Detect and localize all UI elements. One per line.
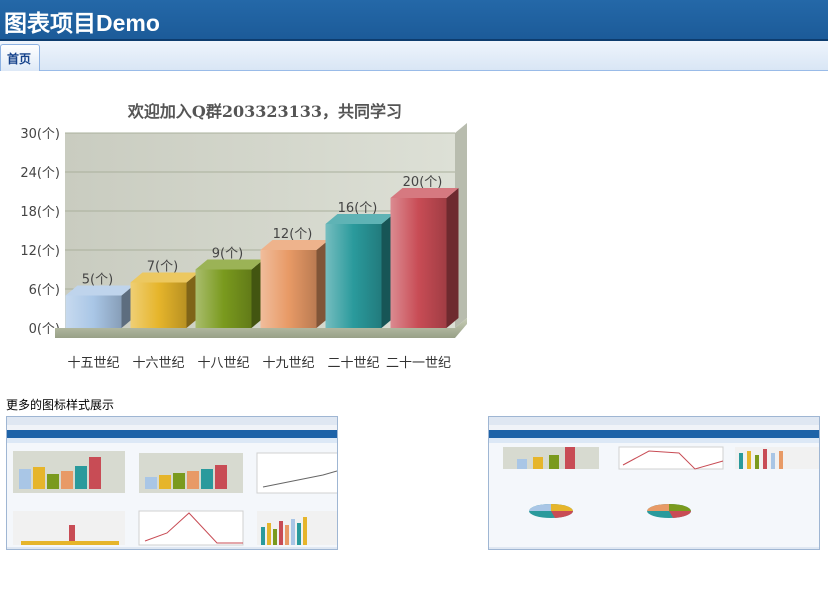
x-category-label: 十五世纪 [67,356,119,371]
bar-chart-svg: 欢迎加入Q群203323133，共同学习 0(个)6(个)12(个)18(个)2… [20,102,467,371]
app-title: 图表项目Demo [4,10,160,36]
bar-front [325,224,382,328]
y-tick-label: 30(个) [20,127,60,142]
app-header: 图表项目Demo [0,0,828,41]
more-styles-label: 更多的图标样式展示 [6,398,115,412]
preview-dashboard-2[interactable] [488,416,820,550]
preview-dashboard-2-image [489,417,819,549]
bar-front [65,295,122,328]
x-category-label: 十六世纪 [132,356,184,371]
bar-chart: 欢迎加入Q群203323133，共同学习 0(个) 6(个) 12(个) 18(个) 2… [0,90,480,380]
bar-data-label: 16(个) [338,201,378,216]
bar-front [130,282,187,328]
x-category-label: 十八世纪 [197,356,249,371]
y-tick-label: 18(个) [20,205,60,220]
tab-bar: 首页 [0,41,828,71]
bar-side [446,188,459,328]
x-category-label: 十九世纪 [262,356,314,371]
tab-home[interactable]: 首页 [0,44,40,71]
bar-data-label: 7(个) [147,260,178,275]
y-tick-label: 12(个) [20,244,60,259]
bar-front [390,198,447,328]
bar-data-label: 9(个) [212,247,243,262]
y-tick-label: 6(个) [29,283,60,298]
x-category-label: 二十一世纪 [386,356,451,371]
bar-front [195,269,252,328]
preview-dashboard-1[interactable] [6,416,338,550]
preview-dashboard-1-image [7,417,337,549]
bar-front [260,250,317,328]
tab-home-label: 首页 [7,52,32,66]
y-tick-label: 24(个) [20,166,60,181]
bar-data-label: 12(个) [273,227,313,242]
chart-title: 欢迎加入Q群203323133，共同学习 [127,102,402,121]
x-category-label: 二十世纪 [327,356,379,371]
bar-data-label: 20(个) [403,175,443,190]
bar-data-label: 5(个) [82,273,113,288]
